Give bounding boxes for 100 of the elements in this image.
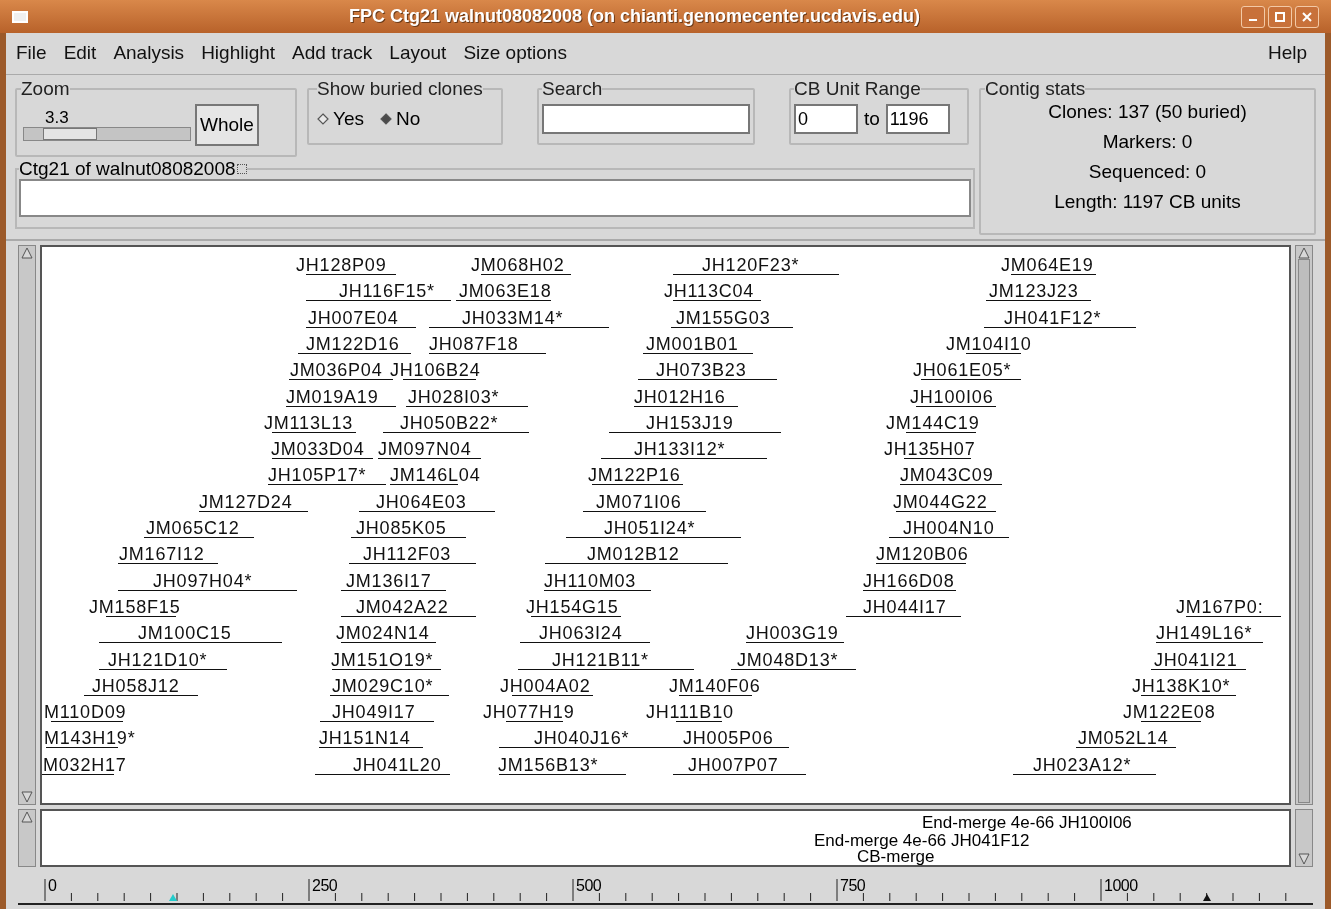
- radio-button[interactable]: [380, 113, 392, 125]
- clone-label[interactable]: JM155G03: [676, 307, 771, 328]
- clone-label[interactable]: JM001B01: [646, 333, 739, 354]
- clone-label[interactable]: JM029C10*: [332, 675, 434, 696]
- scroll-thumb[interactable]: [1298, 259, 1310, 803]
- clone-label[interactable]: JM122E08: [1123, 702, 1216, 723]
- clone-label[interactable]: JM127D24: [199, 491, 293, 512]
- clone-label[interactable]: JH023A12*: [1033, 754, 1132, 775]
- scrollbar[interactable]: [18, 245, 36, 805]
- search-field[interactable]: [542, 104, 750, 134]
- clone-label[interactable]: JH041I21: [1154, 649, 1238, 670]
- scroll-up-icon[interactable]: [21, 247, 33, 259]
- clone-label[interactable]: JH064E03: [376, 491, 467, 512]
- minimize-icon[interactable]: [1241, 5, 1265, 28]
- clone-label[interactable]: JH154G15: [526, 596, 619, 617]
- clone-label[interactable]: JM167P0:: [1176, 596, 1264, 617]
- clone-label[interactable]: JM151O19*: [331, 649, 434, 670]
- radio-label[interactable]: Yes: [333, 104, 364, 134]
- radio-label[interactable]: No: [396, 104, 421, 134]
- clone-label[interactable]: JH003G19: [746, 623, 839, 644]
- clone-label[interactable]: JM044G22: [893, 491, 988, 512]
- clone-label[interactable]: JH033M14*: [462, 307, 564, 328]
- clone-label[interactable]: JM036P04: [290, 360, 383, 381]
- clone-label[interactable]: JH105P17*: [268, 465, 367, 486]
- clone-label[interactable]: JH133I12*: [634, 439, 726, 460]
- clone-label[interactable]: JM146L04: [390, 465, 481, 486]
- clone-label[interactable]: JM019A19: [286, 386, 379, 407]
- menu-item[interactable]: Add track: [292, 39, 373, 68]
- menu-item[interactable]: Size options: [463, 39, 567, 68]
- clone-label[interactable]: JH151N14: [319, 728, 411, 749]
- menu-item[interactable]: Edit: [63, 39, 97, 68]
- clone-label[interactable]: JM052L14: [1078, 728, 1169, 749]
- menu-item[interactable]: Help: [1267, 39, 1307, 68]
- clone-label[interactable]: JM042A22: [356, 596, 449, 617]
- clone-label[interactable]: JH112F03: [363, 544, 452, 565]
- clone-label[interactable]: JH063I24: [539, 623, 623, 644]
- clone-label[interactable]: JH050B22*: [400, 412, 499, 433]
- clone-label[interactable]: JH004N10: [903, 518, 995, 538]
- clone-label[interactable]: JH051I24*: [604, 518, 696, 538]
- scrollbar[interactable]: [1295, 809, 1313, 867]
- clone-label[interactable]: JH149L16*: [1156, 623, 1253, 644]
- clone-label[interactable]: JH100I06: [910, 386, 994, 407]
- clone-label[interactable]: JH128P09: [296, 255, 387, 275]
- close-icon[interactable]: [1295, 5, 1319, 28]
- clone-label[interactable]: M143H19*: [44, 728, 136, 749]
- clone-label[interactable]: JH061E05*: [913, 360, 1012, 381]
- clone-label[interactable]: JM140F06: [669, 675, 761, 696]
- contig-field[interactable]: [19, 179, 971, 217]
- clone-label[interactable]: JM136I17: [346, 570, 432, 591]
- clone-label[interactable]: JH110M03: [544, 570, 637, 591]
- clone-label[interactable]: JM144C19: [886, 412, 980, 433]
- clone-label[interactable]: JH058J12: [92, 675, 180, 696]
- clone-label[interactable]: JM122D16: [306, 333, 400, 354]
- clone-label[interactable]: JH012H16: [634, 386, 726, 407]
- clone-label[interactable]: JH007P07: [688, 754, 779, 775]
- scroll-down-icon[interactable]: [1298, 853, 1310, 865]
- whole-button[interactable]: Whole: [195, 104, 259, 146]
- clone-label[interactable]: JM113L13: [264, 412, 354, 433]
- menu-item[interactable]: Highlight: [201, 39, 276, 68]
- clone-label[interactable]: JH106B24: [390, 360, 481, 381]
- window-menu-icon[interactable]: [12, 10, 28, 23]
- clone-label[interactable]: JM120B06: [876, 544, 969, 565]
- clone-label[interactable]: M032H17: [43, 754, 127, 775]
- clone-label[interactable]: JH097H04*: [153, 570, 253, 591]
- clone-label[interactable]: JH040J16*: [534, 728, 630, 749]
- clone-label[interactable]: M110D09: [44, 702, 127, 723]
- clone-label[interactable]: JH044I17: [863, 596, 947, 617]
- clone-label[interactable]: JM158F15: [89, 596, 181, 617]
- scroll-down-icon[interactable]: [21, 791, 33, 803]
- clone-label[interactable]: JM122P16: [588, 465, 681, 486]
- clone-label[interactable]: JH120F23*: [702, 255, 800, 275]
- clone-label[interactable]: JM104I10: [946, 333, 1032, 354]
- clone-label[interactable]: JM033D04: [271, 439, 365, 460]
- clone-label[interactable]: JH073B23: [656, 360, 747, 381]
- clone-label[interactable]: JH041L20: [353, 754, 442, 775]
- clone-label[interactable]: JH049I17: [332, 702, 416, 723]
- clone-label[interactable]: JM097N04: [378, 439, 472, 460]
- clone-label[interactable]: JM156B13*: [498, 754, 599, 775]
- clone-label[interactable]: JM064E19: [1001, 255, 1094, 275]
- clone-label[interactable]: JH166D08: [863, 570, 955, 591]
- clone-label[interactable]: JH028I03*: [408, 386, 500, 407]
- clone-label[interactable]: JM068H02: [471, 255, 565, 275]
- clone-label[interactable]: JM048D13*: [737, 649, 839, 670]
- clone-label[interactable]: JH111B10: [646, 702, 734, 723]
- clone-label[interactable]: JM065C12: [146, 518, 240, 538]
- slider-thumb[interactable]: [43, 128, 98, 140]
- clone-label[interactable]: JH121B11*: [552, 649, 649, 670]
- menu-item[interactable]: File: [16, 39, 47, 68]
- clone-label[interactable]: JH007E04: [308, 307, 399, 328]
- clone-label[interactable]: JH004A02: [500, 675, 591, 696]
- radio-button[interactable]: [317, 113, 329, 125]
- clone-label[interactable]: JH153J19: [646, 412, 734, 433]
- clone-label[interactable]: JH087F18: [429, 333, 519, 354]
- clone-label[interactable]: JH005P06: [683, 728, 774, 749]
- clone-label[interactable]: JM100C15: [138, 623, 232, 644]
- menu-item[interactable]: Layout: [389, 39, 447, 68]
- clone-label[interactable]: JH138K10*: [1132, 675, 1231, 696]
- clone-label[interactable]: JM167I12: [119, 544, 205, 565]
- clone-label[interactable]: JH041F12*: [1004, 307, 1102, 328]
- clone-label[interactable]: JH085K05: [356, 518, 447, 538]
